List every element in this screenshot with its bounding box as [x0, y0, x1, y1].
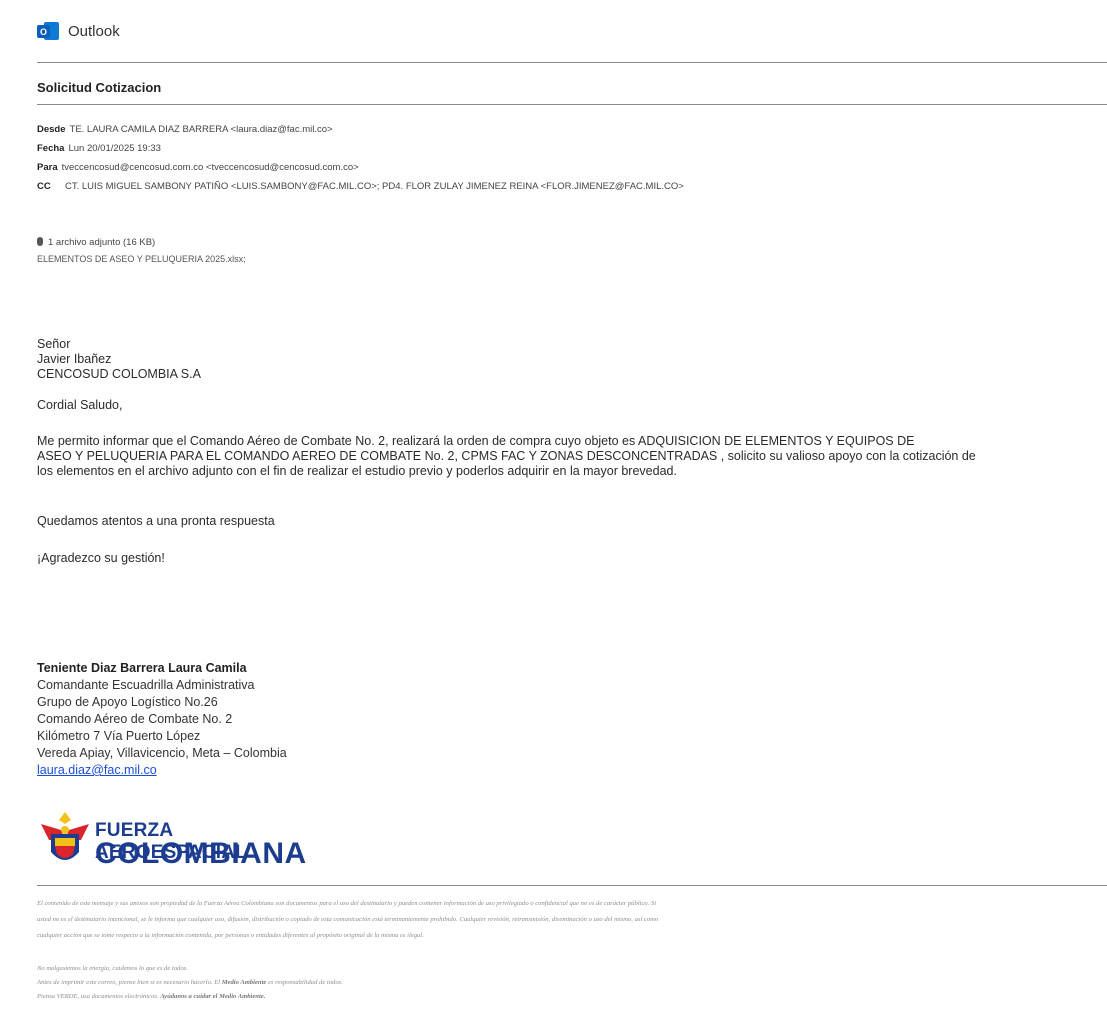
- body-paragraph: Me permito informar que el Comando Aéreo…: [37, 434, 976, 479]
- app-title: Outlook: [68, 22, 120, 40]
- to-value[interactable]: tveccencosud@cencosud.com.co <tveccencos…: [62, 162, 359, 173]
- signature-name: Teniente Diaz Barrera Laura Camila: [37, 661, 247, 675]
- header-divider: [37, 62, 1107, 63]
- eco-line: Antes de imprimir este correo, piense bi…: [37, 979, 343, 986]
- closing-line: ¡Agradezco su gestión!: [37, 551, 165, 565]
- date-row: Fecha Lun 20/01/2025 19:33: [37, 143, 161, 154]
- signature-email-link[interactable]: laura.diaz@fac.mil.co: [37, 762, 287, 779]
- cc-label: CC: [37, 181, 51, 192]
- disclaimer-divider: [37, 885, 1107, 886]
- attachment-file[interactable]: ELEMENTOS DE ASEO Y PELUQUERIA 2025.xlsx…: [37, 254, 246, 264]
- salutation: Señor Javier Ibañez CENCOSUD COLOMBIA S.…: [37, 337, 201, 382]
- subject-divider: [37, 104, 1107, 105]
- legal-disclaimer: El contenido de este mensaje y sus anexo…: [37, 896, 1099, 944]
- attachment-summary: 1 archivo adjunto (16 KB): [37, 237, 155, 248]
- signature: Teniente Diaz Barrera Laura Camila Coman…: [37, 660, 287, 779]
- app-header: O Outlook: [37, 20, 120, 42]
- eco-message: No malgastemos la energía, cuidemos lo q…: [37, 962, 343, 1004]
- signature-line: Comandante Escuadrilla Administrativa: [37, 678, 255, 692]
- from-value[interactable]: TE. LAURA CAMILA DIAZ BARRERA <laura.dia…: [70, 124, 333, 135]
- salutation-line: CENCOSUD COLOMBIA S.A: [37, 367, 201, 381]
- signature-line: Vereda Apiay, Villavicencio, Meta – Colo…: [37, 746, 287, 760]
- from-row: Desde TE. LAURA CAMILA DIAZ BARRERA <laur…: [37, 124, 333, 135]
- attachment-count: 1 archivo adjunto (16 KB): [48, 237, 156, 248]
- signature-line: Kilómetro 7 Vía Puerto López: [37, 729, 201, 743]
- to-label: Para: [37, 162, 58, 173]
- greeting: Cordial Saludo,: [37, 398, 123, 412]
- salutation-line: Javier Ibañez: [37, 352, 112, 366]
- fac-logo: FUERZA AEROESPACIAL COLOMBIANA: [37, 810, 306, 872]
- paragraph-line: los elementos en el archivo adjunto con …: [37, 464, 677, 478]
- paperclip-icon: [37, 237, 43, 246]
- email-subject: Solicitud Cotizacion: [37, 80, 162, 95]
- shield-emblem-icon: [41, 812, 89, 860]
- salutation-line: Señor: [37, 337, 71, 351]
- disclaimer-line: El contenido de este mensaje y sus anexo…: [37, 900, 657, 907]
- cc-row: CC CT. LUIS MIGUEL SAMBONY PATIÑO <LUIS.S…: [37, 181, 684, 192]
- date-label: Fecha: [37, 143, 65, 154]
- signature-line: Comando Aéreo de Combate No. 2: [37, 712, 233, 726]
- disclaimer-line: cualquier acción que se tome respecto a …: [37, 932, 424, 939]
- date-value: Lun 20/01/2025 19:33: [68, 143, 161, 154]
- cc-value[interactable]: CT. LUIS MIGUEL SAMBONY PATIÑO <LUIS.SAM…: [65, 181, 684, 192]
- eco-line: Piensa VERDE, usa documentos electrónico…: [37, 993, 266, 1000]
- eco-line: No malgastemos la energía, cuidemos lo q…: [37, 965, 188, 972]
- paragraph-line: Me permito informar que el Comando Aéreo…: [37, 434, 915, 448]
- from-label: Desde: [37, 124, 66, 135]
- closing-line: Quedamos atentos a una pronta respuesta: [37, 514, 275, 528]
- logo-text-bottom: COLOMBIANA: [95, 837, 307, 870]
- signature-line: Grupo de Apoyo Logístico No.26: [37, 695, 218, 709]
- paragraph-line: ASEO Y PELUQUERIA PARA EL COMANDO AEREO …: [37, 449, 976, 463]
- outlook-icon: O: [37, 20, 59, 42]
- disclaimer-line: usted no es el destinatario intencional,…: [37, 916, 659, 923]
- to-row: Para tveccencosud@cencosud.com.co <tvecce…: [37, 162, 359, 173]
